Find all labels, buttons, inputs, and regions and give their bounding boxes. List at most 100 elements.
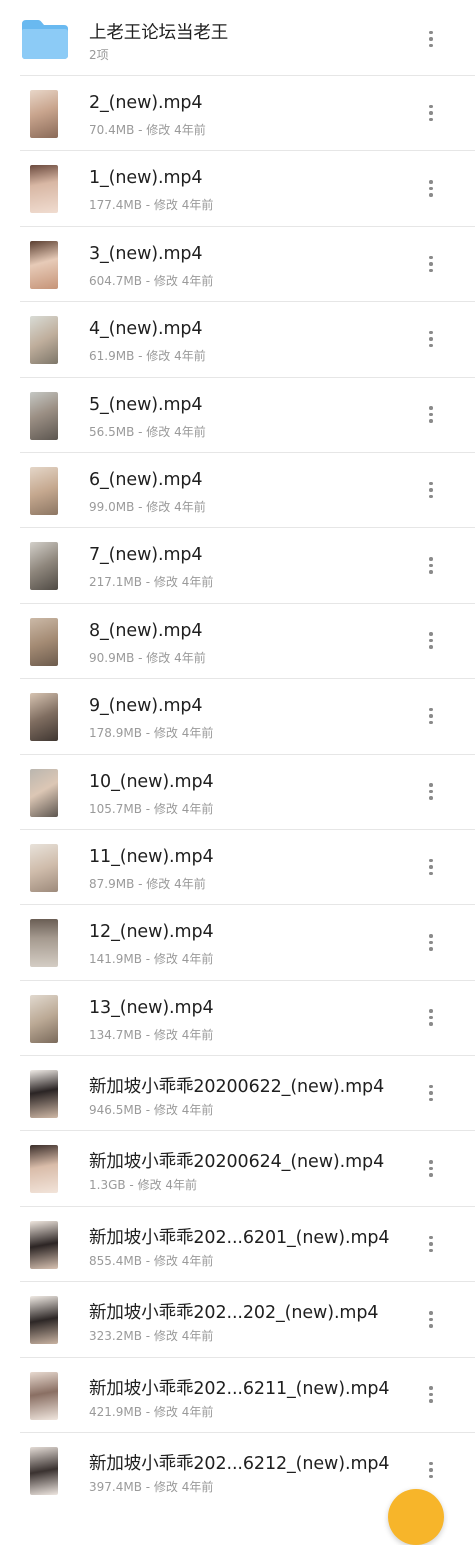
file-meta: 61.9MB - 修改 4年前 bbox=[89, 349, 206, 364]
file-name: 7_(new).mp4 bbox=[89, 545, 203, 566]
more-vertical-icon[interactable] bbox=[420, 324, 442, 354]
list-item[interactable]: 12_(new).mp4 141.9MB - 修改 4年前 bbox=[0, 905, 475, 981]
folder-icon bbox=[22, 20, 68, 59]
file-name: 11_(new).mp4 bbox=[89, 846, 214, 867]
more-vertical-icon[interactable] bbox=[420, 701, 442, 731]
list-item[interactable]: 11_(new).mp4 87.9MB - 修改 4年前 bbox=[0, 830, 475, 906]
list-item[interactable]: 新加坡小乖乖20200624_(new).mp4 1.3GB - 修改 4年前 bbox=[0, 1131, 475, 1207]
file-meta: 99.0MB - 修改 4年前 bbox=[89, 499, 206, 514]
video-thumbnail bbox=[30, 1296, 58, 1345]
file-list: 上老王论坛当老王 2项 2_(new).mp4 70.4MB - 修改 4年前 … bbox=[0, 0, 475, 1508]
file-name: 5_(new).mp4 bbox=[89, 394, 203, 415]
file-meta: 134.7MB - 修改 4年前 bbox=[89, 1027, 214, 1042]
video-thumbnail bbox=[30, 617, 58, 666]
more-vertical-icon[interactable] bbox=[420, 1003, 442, 1033]
file-name: 1_(new).mp4 bbox=[89, 168, 203, 189]
more-vertical-icon[interactable] bbox=[420, 400, 442, 430]
more-vertical-icon[interactable] bbox=[420, 24, 442, 54]
file-name: 新加坡小乖乖202...6211_(new).mp4 bbox=[89, 1378, 390, 1399]
video-thumbnail bbox=[30, 391, 58, 440]
list-item[interactable]: 3_(new).mp4 604.7MB - 修改 4年前 bbox=[0, 227, 475, 303]
file-meta: 70.4MB - 修改 4年前 bbox=[89, 123, 206, 137]
file-name: 新加坡小乖乖202...6201_(new).mp4 bbox=[89, 1227, 390, 1248]
video-thumbnail bbox=[30, 240, 58, 289]
video-thumbnail bbox=[30, 693, 58, 742]
more-vertical-icon[interactable] bbox=[420, 777, 442, 807]
file-name: 2_(new).mp4 bbox=[89, 93, 203, 113]
list-item[interactable]: 6_(new).mp4 99.0MB - 修改 4年前 bbox=[0, 453, 475, 529]
file-meta: 87.9MB - 修改 4年前 bbox=[89, 876, 206, 891]
file-meta: 855.4MB - 修改 4年前 bbox=[89, 1253, 214, 1268]
file-meta: 105.7MB - 修改 4年前 bbox=[89, 801, 214, 816]
video-thumbnail bbox=[30, 316, 58, 365]
folder-row[interactable]: 上老王论坛当老王 2项 bbox=[0, 0, 475, 76]
file-name: 3_(new).mp4 bbox=[89, 243, 203, 264]
file-meta: 178.9MB - 修改 4年前 bbox=[89, 726, 214, 741]
more-vertical-icon[interactable] bbox=[420, 1304, 442, 1334]
more-vertical-icon[interactable] bbox=[420, 1078, 442, 1108]
file-name: 8_(new).mp4 bbox=[89, 620, 203, 641]
file-name: 4_(new).mp4 bbox=[89, 319, 203, 340]
file-name: 新加坡小乖乖202...202_(new).mp4 bbox=[89, 1303, 379, 1324]
list-item[interactable]: 1_(new).mp4 177.4MB - 修改 4年前 bbox=[0, 151, 475, 227]
video-thumbnail bbox=[30, 165, 58, 214]
video-thumbnail bbox=[30, 90, 58, 138]
video-thumbnail bbox=[30, 466, 58, 515]
list-item[interactable]: 新加坡小乖乖20200622_(new).mp4 946.5MB - 修改 4年… bbox=[0, 1056, 475, 1132]
more-vertical-icon[interactable] bbox=[420, 98, 442, 128]
fab-button[interactable] bbox=[388, 1489, 444, 1545]
list-item[interactable]: 新加坡小乖乖202...202_(new).mp4 323.2MB - 修改 4… bbox=[0, 1282, 475, 1358]
file-meta: 141.9MB - 修改 4年前 bbox=[89, 952, 214, 967]
video-thumbnail bbox=[30, 994, 58, 1043]
file-name: 10_(new).mp4 bbox=[89, 771, 214, 792]
video-thumbnail bbox=[30, 1447, 58, 1496]
file-meta: 421.9MB - 修改 4年前 bbox=[89, 1404, 214, 1419]
more-vertical-icon[interactable] bbox=[420, 173, 442, 203]
file-meta: 323.2MB - 修改 4年前 bbox=[89, 1329, 214, 1344]
video-thumbnail bbox=[30, 843, 58, 892]
file-meta: 177.4MB - 修改 4年前 bbox=[89, 198, 214, 213]
file-name: 新加坡小乖乖20200624_(new).mp4 bbox=[89, 1152, 385, 1173]
folder-item-count: 2项 bbox=[89, 48, 109, 62]
video-thumbnail bbox=[30, 919, 58, 968]
video-thumbnail bbox=[30, 1145, 58, 1194]
file-name: 9_(new).mp4 bbox=[89, 696, 203, 717]
list-item[interactable]: 2_(new).mp4 70.4MB - 修改 4年前 bbox=[0, 76, 475, 152]
more-vertical-icon[interactable] bbox=[420, 249, 442, 279]
more-vertical-icon[interactable] bbox=[420, 626, 442, 656]
list-item[interactable]: 13_(new).mp4 134.7MB - 修改 4年前 bbox=[0, 981, 475, 1057]
more-vertical-icon[interactable] bbox=[420, 1455, 442, 1485]
file-name: 新加坡小乖乖20200622_(new).mp4 bbox=[89, 1077, 385, 1098]
more-vertical-icon[interactable] bbox=[420, 1229, 442, 1259]
file-meta: 56.5MB - 修改 4年前 bbox=[89, 424, 206, 439]
file-meta: 1.3GB - 修改 4年前 bbox=[89, 1178, 198, 1193]
file-name: 6_(new).mp4 bbox=[89, 469, 203, 490]
list-item[interactable]: 新加坡小乖乖202...6211_(new).mp4 421.9MB - 修改 … bbox=[0, 1358, 475, 1434]
file-meta: 397.4MB - 修改 4年前 bbox=[89, 1480, 214, 1495]
list-item[interactable]: 10_(new).mp4 105.7MB - 修改 4年前 bbox=[0, 755, 475, 830]
list-item[interactable]: 9_(new).mp4 178.9MB - 修改 4年前 bbox=[0, 679, 475, 755]
list-item[interactable]: 5_(new).mp4 56.5MB - 修改 4年前 bbox=[0, 378, 475, 453]
video-thumbnail bbox=[30, 1371, 58, 1420]
folder-name: 上老王论坛当老王 bbox=[89, 23, 229, 43]
file-meta: 604.7MB - 修改 4年前 bbox=[89, 273, 214, 288]
more-vertical-icon[interactable] bbox=[420, 1380, 442, 1410]
video-thumbnail bbox=[30, 768, 58, 817]
list-item[interactable]: 8_(new).mp4 90.9MB - 修改 4年前 bbox=[0, 604, 475, 680]
file-name: 12_(new).mp4 bbox=[89, 922, 214, 943]
list-item[interactable]: 4_(new).mp4 61.9MB - 修改 4年前 bbox=[0, 302, 475, 378]
more-vertical-icon[interactable] bbox=[420, 550, 442, 580]
more-vertical-icon[interactable] bbox=[420, 475, 442, 505]
more-vertical-icon[interactable] bbox=[420, 852, 442, 882]
file-meta: 946.5MB - 修改 4年前 bbox=[89, 1103, 214, 1118]
file-meta: 90.9MB - 修改 4年前 bbox=[89, 650, 206, 665]
more-vertical-icon[interactable] bbox=[420, 1153, 442, 1183]
video-thumbnail bbox=[30, 542, 58, 591]
file-name: 13_(new).mp4 bbox=[89, 997, 214, 1018]
more-vertical-icon[interactable] bbox=[420, 927, 442, 957]
list-item[interactable]: 新加坡小乖乖202...6201_(new).mp4 855.4MB - 修改 … bbox=[0, 1207, 475, 1283]
file-name: 新加坡小乖乖202...6212_(new).mp4 bbox=[89, 1454, 390, 1475]
video-thumbnail bbox=[30, 1070, 58, 1119]
video-thumbnail bbox=[30, 1220, 58, 1269]
list-item[interactable]: 7_(new).mp4 217.1MB - 修改 4年前 bbox=[0, 528, 475, 604]
